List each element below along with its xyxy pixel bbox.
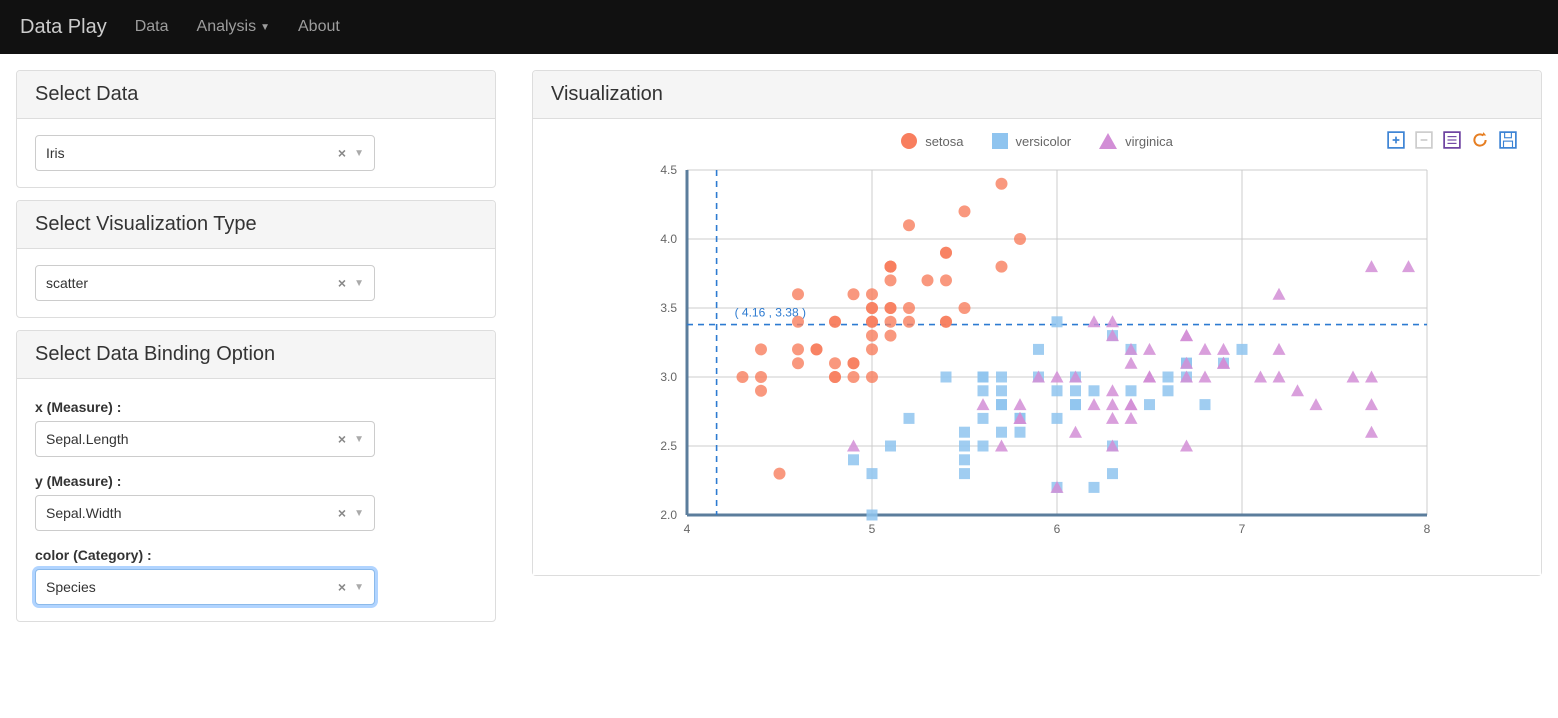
svg-text:2.0: 2.0 xyxy=(660,508,677,522)
svg-text:4.0: 4.0 xyxy=(660,232,677,246)
color-select-value: Species xyxy=(46,579,96,595)
clear-icon[interactable]: × xyxy=(338,505,346,521)
zoom-in-icon[interactable] xyxy=(1387,131,1405,149)
y-label: y (Measure) : xyxy=(35,473,477,489)
clear-icon[interactable]: × xyxy=(338,431,346,447)
x-select[interactable]: Sepal.Length × ▼ xyxy=(35,421,375,457)
legend-setosa[interactable]: setosa xyxy=(901,133,963,149)
legend-versicolor-label: versicolor xyxy=(1016,134,1072,149)
chevron-down-icon: ▼ xyxy=(354,508,364,519)
x-label: x (Measure) : xyxy=(35,399,477,415)
scatter-plot[interactable]: 456782.02.53.03.54.04.5( 4.16 , 3.38 ) xyxy=(637,165,1437,545)
legend-virginica-label: virginica xyxy=(1125,134,1173,149)
clear-icon[interactable]: × xyxy=(338,579,346,595)
x-select-value: Sepal.Length xyxy=(46,431,129,447)
svg-text:4.5: 4.5 xyxy=(660,165,677,177)
svg-text:2.5: 2.5 xyxy=(660,439,677,453)
panel-binding-title: Select Data Binding Option xyxy=(17,331,495,379)
svg-text:4: 4 xyxy=(684,522,691,536)
refresh-icon[interactable] xyxy=(1471,131,1489,149)
nav-analysis[interactable]: Analysis ▼ xyxy=(197,18,270,36)
triangle-icon xyxy=(1099,133,1117,149)
chevron-down-icon: ▼ xyxy=(354,434,364,445)
navbar: Data Play Data Analysis ▼ About xyxy=(0,0,1558,54)
chevron-down-icon: ▼ xyxy=(354,148,364,159)
svg-text:7: 7 xyxy=(1239,522,1246,536)
brand[interactable]: Data Play xyxy=(20,16,107,39)
svg-text:3.5: 3.5 xyxy=(660,301,677,315)
save-icon[interactable] xyxy=(1499,131,1517,149)
zoom-out-icon[interactable] xyxy=(1415,131,1433,149)
nav-about[interactable]: About xyxy=(298,18,340,36)
legend-virginica[interactable]: virginica xyxy=(1099,133,1173,149)
panel-visualization-title: Visualization xyxy=(533,71,1541,119)
y-select[interactable]: Sepal.Width × ▼ xyxy=(35,495,375,531)
chart-toolbar xyxy=(1387,131,1517,149)
nav-analysis-label: Analysis xyxy=(197,18,257,36)
svg-text:3.0: 3.0 xyxy=(660,370,677,384)
data-select[interactable]: Iris × ▼ xyxy=(35,135,375,171)
circle-icon xyxy=(901,133,917,149)
y-select-value: Sepal.Width xyxy=(46,505,121,521)
color-label: color (Category) : xyxy=(35,547,477,563)
panel-vis-type-title: Select Visualization Type xyxy=(17,201,495,249)
panel-select-data: Select Data Iris × ▼ xyxy=(16,70,496,188)
panel-visualization: Visualization setosa versicolor virginic… xyxy=(532,70,1542,576)
caret-down-icon: ▼ xyxy=(260,22,270,33)
square-icon xyxy=(992,133,1008,149)
clear-icon[interactable]: × xyxy=(338,145,346,161)
lines-icon[interactable] xyxy=(1443,131,1461,149)
panel-select-data-title: Select Data xyxy=(17,71,495,119)
legend-setosa-label: setosa xyxy=(925,134,963,149)
vis-type-select[interactable]: scatter × ▼ xyxy=(35,265,375,301)
color-select[interactable]: Species × ▼ xyxy=(35,569,375,605)
chart-legend: setosa versicolor virginica xyxy=(547,133,1527,149)
panel-vis-type: Select Visualization Type scatter × ▼ xyxy=(16,200,496,318)
vis-type-value: scatter xyxy=(46,275,88,291)
chevron-down-icon: ▼ xyxy=(354,278,364,289)
legend-versicolor[interactable]: versicolor xyxy=(992,133,1072,149)
svg-text:6: 6 xyxy=(1054,522,1061,536)
clear-icon[interactable]: × xyxy=(338,275,346,291)
svg-text:8: 8 xyxy=(1424,522,1431,536)
data-select-value: Iris xyxy=(46,145,65,161)
panel-binding: Select Data Binding Option x (Measure) :… xyxy=(16,330,496,622)
chevron-down-icon: ▼ xyxy=(354,582,364,593)
svg-text:5: 5 xyxy=(869,522,876,536)
nav-data[interactable]: Data xyxy=(135,18,169,36)
